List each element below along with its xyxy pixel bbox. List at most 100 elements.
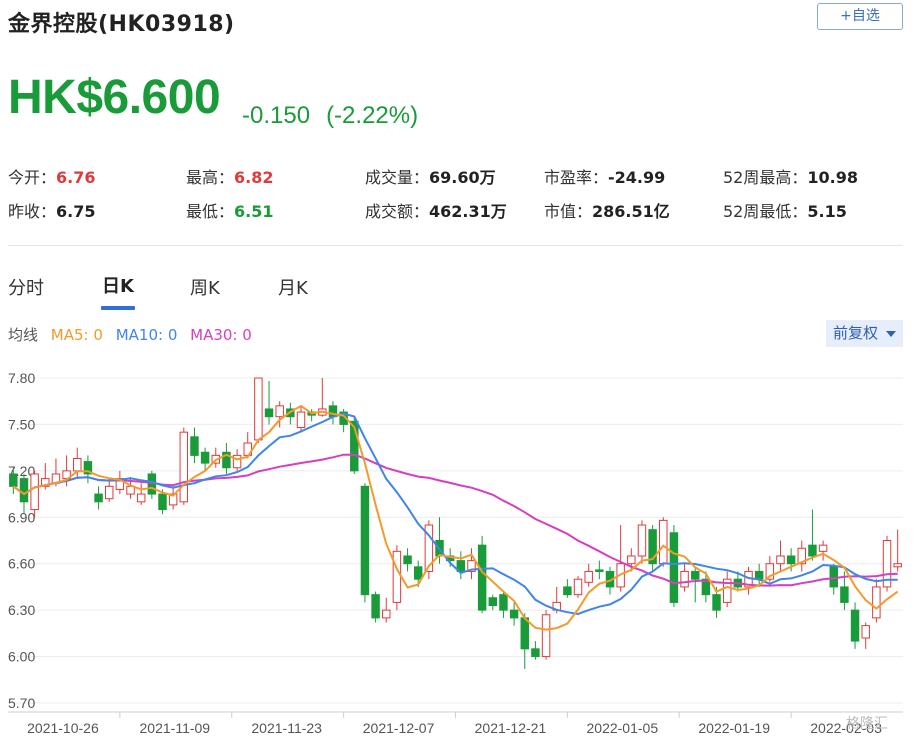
x-tick-label: 2021-12-07 <box>363 720 435 736</box>
legend-ma10: MA10: 0 <box>115 326 178 344</box>
x-tick-label: 2022-01-05 <box>587 720 659 736</box>
stat-prev-close: 昨收：6.75 <box>8 198 96 222</box>
candle-body <box>776 555 785 565</box>
stat-open-value: 6.76 <box>56 168 96 187</box>
candle-body <box>499 594 508 611</box>
stat-high-value: 6.82 <box>234 168 274 187</box>
stat-prev-label: 昨收： <box>8 202 57 221</box>
candle-body <box>403 555 412 565</box>
ma10-line <box>12 412 898 616</box>
y-tick-label: 6.30 <box>8 602 35 618</box>
candle-body <box>73 457 82 472</box>
candle-body <box>712 594 721 611</box>
x-tick-label: 2021-12-21 <box>475 720 547 736</box>
watermark: 格隆汇 <box>846 716 888 732</box>
x-tick-label: 2021-11-09 <box>140 720 211 736</box>
candle-body <box>30 473 39 511</box>
candle-body <box>531 648 540 658</box>
stat-52w-high: 52周最高：10.98 <box>723 164 858 188</box>
caret-down-icon <box>886 331 896 337</box>
price-adjust-label: 前复权 <box>833 324 879 342</box>
ma-legend: 均线 MA5: 0 MA10: 0 MA30: 0 <box>8 324 260 345</box>
candle-body <box>584 570 593 583</box>
candle-body <box>786 555 796 565</box>
stat-mcap-value: 286.51亿 <box>592 202 670 221</box>
candle-body <box>179 431 189 503</box>
y-tick-label: 6.60 <box>8 556 35 572</box>
x-tick-label: 2021-11-23 <box>251 720 322 736</box>
candle-body <box>637 524 647 557</box>
kline-chart[interactable]: 7.807.507.206.906.606.306.005.702021-10-… <box>0 360 922 743</box>
candle-body <box>9 473 18 487</box>
stat-open-label: 今开： <box>8 168 57 187</box>
ma30-line <box>12 453 898 587</box>
tab-daily-k[interactable]: 日K <box>102 272 134 298</box>
stat-open: 今开：6.76 <box>8 164 96 188</box>
candle-body <box>680 570 689 588</box>
candle-body <box>520 617 529 650</box>
stat-low: 最低：6.51 <box>186 198 274 222</box>
legend-ma30: MA30: 0 <box>190 326 252 344</box>
candle-body <box>19 478 29 503</box>
stat-52w-low-value: 5.15 <box>807 202 847 221</box>
candle-body <box>573 578 583 596</box>
candle-body <box>275 405 284 418</box>
stat-turnover-label: 成交额： <box>365 202 430 221</box>
stat-low-value: 6.51 <box>234 202 274 221</box>
candle-body <box>104 485 114 500</box>
y-tick-label: 7.50 <box>8 416 35 432</box>
stat-volume: 成交量：69.60万 <box>365 164 496 188</box>
y-tick-label: 6.90 <box>8 509 35 525</box>
candle-body <box>872 586 881 619</box>
candle-body <box>893 563 902 568</box>
candle-body <box>158 493 167 511</box>
stat-high-label: 最高： <box>186 168 235 187</box>
candle-body <box>669 532 679 603</box>
candle-body <box>360 485 370 596</box>
candle-body <box>382 609 391 619</box>
change-percent: (-2.22%) <box>326 102 419 129</box>
tab-intraday[interactable]: 分时 <box>8 274 44 300</box>
x-tick-label: 2022-01-19 <box>698 720 770 736</box>
candle-body <box>850 609 860 642</box>
x-tick-label: 2021-10-26 <box>27 720 99 736</box>
change-value: -0.150 <box>242 102 311 129</box>
candle-body <box>126 485 135 495</box>
legend-ma5: MA5: 0 <box>50 326 103 344</box>
y-tick-label: 7.80 <box>8 370 35 386</box>
candle-body <box>541 614 551 658</box>
stat-pe-label: 市盈率： <box>544 168 609 187</box>
stat-low-label: 最低： <box>186 202 235 221</box>
tab-monthly-k[interactable]: 月K <box>278 274 308 300</box>
candle-body <box>136 493 146 503</box>
stat-52w-low-label: 52周最低： <box>723 202 808 221</box>
candle-body <box>627 555 636 565</box>
stat-52w-low: 52周最低：5.15 <box>723 198 847 222</box>
candle-body <box>200 451 210 464</box>
candle-body <box>861 625 870 639</box>
stat-high: 最高：6.82 <box>186 164 274 188</box>
price-adjust-dropdown[interactable]: 前复权 <box>826 320 903 347</box>
candle-body <box>829 566 838 588</box>
candle-body <box>477 544 487 611</box>
legend-label: 均线 <box>8 326 39 344</box>
candle-body <box>413 566 423 580</box>
candle-body <box>808 544 817 557</box>
tab-weekly-k[interactable]: 周K <box>190 274 220 300</box>
candle-body <box>190 436 199 456</box>
stat-52w-high-label: 52周最高： <box>723 168 808 187</box>
active-tab-indicator <box>101 306 135 310</box>
add-to-watchlist-button[interactable]: +自选 <box>817 3 903 30</box>
price-change: -0.150 (-2.22%) <box>242 102 418 130</box>
current-price: HK$6.600 <box>8 71 221 124</box>
stat-volume-value: 69.60万 <box>429 168 496 187</box>
stat-pe: 市盈率：-24.99 <box>544 164 665 188</box>
candle-body <box>595 569 604 572</box>
candle-body <box>840 586 849 603</box>
y-tick-label: 6.00 <box>8 649 35 665</box>
stat-volume-label: 成交量： <box>365 168 430 187</box>
y-tick-label: 5.70 <box>8 695 35 711</box>
candle-body <box>691 570 700 580</box>
stat-turnover-value: 462.31万 <box>429 202 507 221</box>
candle-body <box>563 586 572 596</box>
